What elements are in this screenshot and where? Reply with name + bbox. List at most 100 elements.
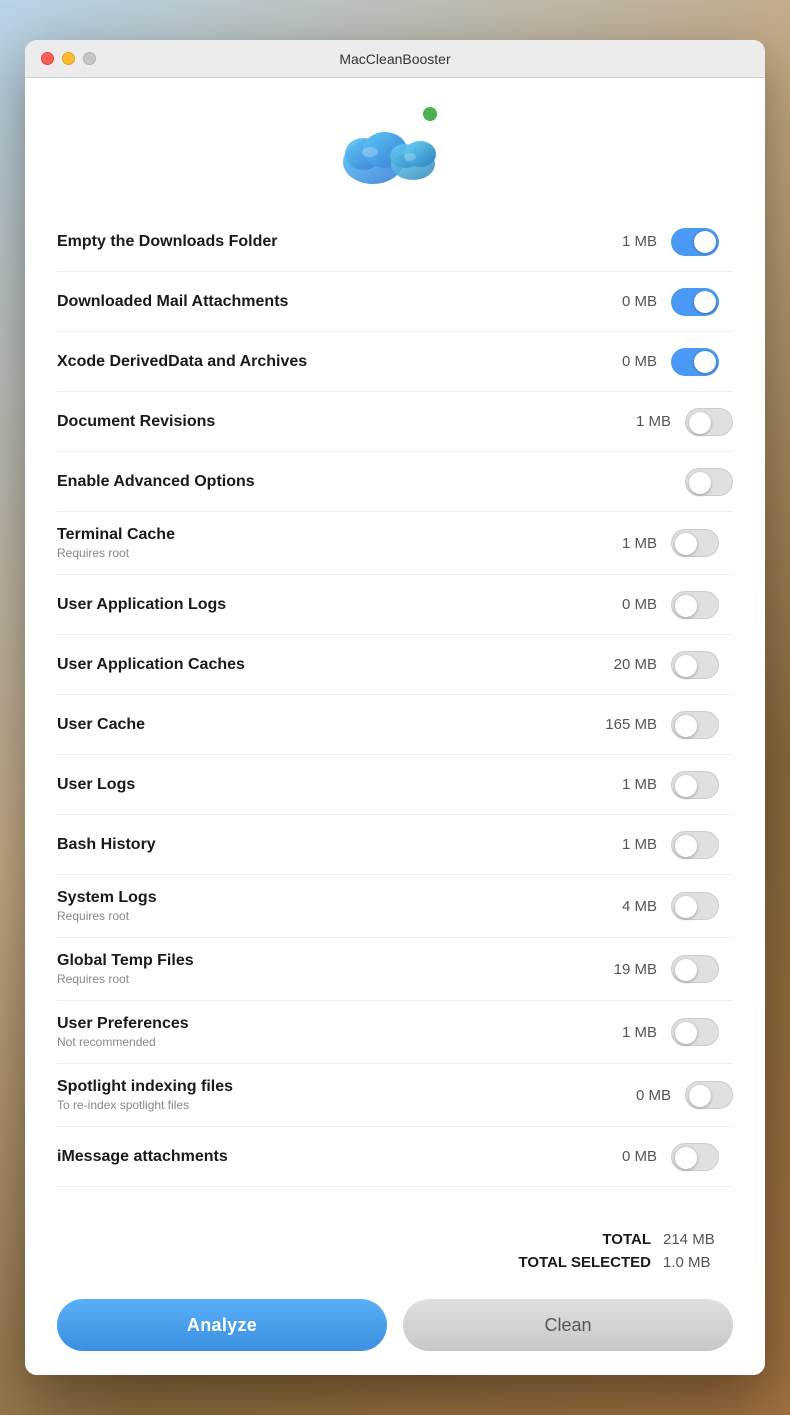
row-info-global-temp: Global Temp FilesRequires root [57, 952, 573, 986]
row-user-cache: User Cache 165 MB [57, 695, 733, 755]
row-size-global-temp: 19 MB [597, 961, 657, 978]
row-sublabel-global-temp: Requires root [57, 972, 573, 986]
row-sublabel-user-prefs: Not recommended [57, 1035, 573, 1049]
row-info-advanced-options: Enable Advanced Options [57, 473, 573, 491]
row-size-terminal-cache: 1 MB [597, 535, 657, 552]
toggle-knob-user-app-logs [675, 595, 697, 617]
toggle-user-cache[interactable] [671, 711, 719, 739]
row-right-user-prefs: 1 MB [573, 1018, 733, 1046]
row-label-user-app-logs: User Application Logs [57, 596, 573, 614]
toggle-knob-mail-attachments [694, 291, 716, 313]
fullscreen-button[interactable] [83, 52, 96, 65]
selected-value: 1.0 MB [663, 1254, 733, 1271]
row-size-spotlight-indexing: 0 MB [611, 1087, 671, 1104]
toggle-track-user-prefs [671, 1018, 719, 1046]
toggle-mail-attachments[interactable] [671, 288, 719, 316]
row-right-system-logs: 4 MB [573, 892, 733, 920]
toggle-knob-bash-history [675, 835, 697, 857]
row-label-bash-history: Bash History [57, 836, 573, 854]
toggle-bash-history[interactable] [671, 831, 719, 859]
row-info-user-app-caches: User Application Caches [57, 656, 573, 674]
row-label-user-app-caches: User Application Caches [57, 656, 573, 674]
row-imessage-attachments: iMessage attachments0 MB [57, 1127, 733, 1187]
toggle-knob-user-cache [675, 715, 697, 737]
row-right-empty-downloads: 1 MB [573, 228, 733, 256]
row-label-spotlight-indexing: Spotlight indexing files [57, 1078, 573, 1096]
toggle-doc-revisions[interactable] [685, 408, 733, 436]
clean-button[interactable]: Clean [403, 1299, 733, 1351]
toggle-knob-global-temp [675, 959, 697, 981]
toggle-knob-user-app-caches [675, 655, 697, 677]
row-right-user-app-caches: 20 MB [573, 651, 733, 679]
content-area: Empty the Downloads Folder1 MB Downloade… [25, 212, 765, 1207]
toggle-user-prefs[interactable] [671, 1018, 719, 1046]
row-size-user-logs: 1 MB [597, 776, 657, 793]
toggle-track-empty-downloads [671, 228, 719, 256]
row-right-user-app-logs: 0 MB [573, 591, 733, 619]
toggle-system-logs[interactable] [671, 892, 719, 920]
row-sublabel-system-logs: Requires root [57, 909, 573, 923]
footer: TOTAL 214 MB TOTAL SELECTED 1.0 MB Analy… [25, 1207, 765, 1375]
row-info-user-app-logs: User Application Logs [57, 596, 573, 614]
row-bash-history: Bash History1 MB [57, 815, 733, 875]
toggle-track-doc-revisions [685, 408, 733, 436]
row-doc-revisions: Document Revisions1 MB [57, 392, 733, 452]
app-logo [335, 102, 455, 192]
selected-label: TOTAL SELECTED [518, 1254, 651, 1271]
row-system-logs: System LogsRequires root 4 MB [57, 875, 733, 938]
row-label-xcode-data: Xcode DerivedData and Archives [57, 353, 573, 371]
row-size-user-cache: 165 MB [597, 716, 657, 733]
row-sublabel-terminal-cache: Requires root [57, 546, 573, 560]
row-right-user-cache: 165 MB [573, 711, 733, 739]
toggle-track-user-cache [671, 711, 719, 739]
toggle-track-xcode-data [671, 348, 719, 376]
analyze-button[interactable]: Analyze [57, 1299, 387, 1351]
row-info-empty-downloads: Empty the Downloads Folder [57, 233, 573, 251]
row-right-mail-attachments: 0 MB [573, 288, 733, 316]
toggle-track-user-app-caches [671, 651, 719, 679]
toggle-track-imessage-attachments [671, 1143, 719, 1171]
toggle-user-logs[interactable] [671, 771, 719, 799]
row-right-user-logs: 1 MB [573, 771, 733, 799]
row-info-doc-revisions: Document Revisions [57, 413, 573, 431]
row-size-user-prefs: 1 MB [597, 1024, 657, 1041]
row-size-xcode-data: 0 MB [597, 353, 657, 370]
toggle-track-user-logs [671, 771, 719, 799]
row-info-user-prefs: User PreferencesNot recommended [57, 1015, 573, 1049]
total-value: 214 MB [663, 1231, 733, 1248]
traffic-lights [41, 52, 96, 65]
toggle-spotlight-indexing[interactable] [685, 1081, 733, 1109]
toggle-xcode-data[interactable] [671, 348, 719, 376]
total-label: TOTAL [602, 1231, 651, 1248]
close-button[interactable] [41, 52, 54, 65]
toggle-global-temp[interactable] [671, 955, 719, 983]
toggle-terminal-cache[interactable] [671, 529, 719, 557]
row-info-system-logs: System LogsRequires root [57, 889, 573, 923]
toggle-knob-user-logs [675, 775, 697, 797]
toggle-imessage-attachments[interactable] [671, 1143, 719, 1171]
toggle-knob-terminal-cache [675, 533, 697, 555]
toggle-track-spotlight-indexing [685, 1081, 733, 1109]
row-info-user-cache: User Cache [57, 716, 573, 734]
toggle-user-app-caches[interactable] [671, 651, 719, 679]
row-spotlight-indexing: Spotlight indexing filesTo re-index spot… [57, 1064, 733, 1127]
row-size-user-app-logs: 0 MB [597, 596, 657, 613]
main-window: MacCleanBooster [25, 40, 765, 1375]
row-size-user-app-caches: 20 MB [597, 656, 657, 673]
row-size-system-logs: 4 MB [597, 898, 657, 915]
toggle-knob-xcode-data [694, 351, 716, 373]
content-wrapper: Empty the Downloads Folder1 MB Downloade… [25, 212, 765, 1375]
row-right-global-temp: 19 MB [573, 955, 733, 983]
toggle-knob-imessage-attachments [675, 1147, 697, 1169]
toggle-empty-downloads[interactable] [671, 228, 719, 256]
toggle-user-app-logs[interactable] [671, 591, 719, 619]
row-size-empty-downloads: 1 MB [597, 233, 657, 250]
row-label-doc-revisions: Document Revisions [57, 413, 573, 431]
buttons-row: Analyze Clean [57, 1287, 733, 1371]
toggle-track-user-app-logs [671, 591, 719, 619]
row-right-doc-revisions: 1 MB [573, 408, 733, 436]
row-info-terminal-cache: Terminal CacheRequires root [57, 526, 573, 560]
minimize-button[interactable] [62, 52, 75, 65]
row-size-mail-attachments: 0 MB [597, 293, 657, 310]
toggle-advanced-options[interactable] [685, 468, 733, 496]
